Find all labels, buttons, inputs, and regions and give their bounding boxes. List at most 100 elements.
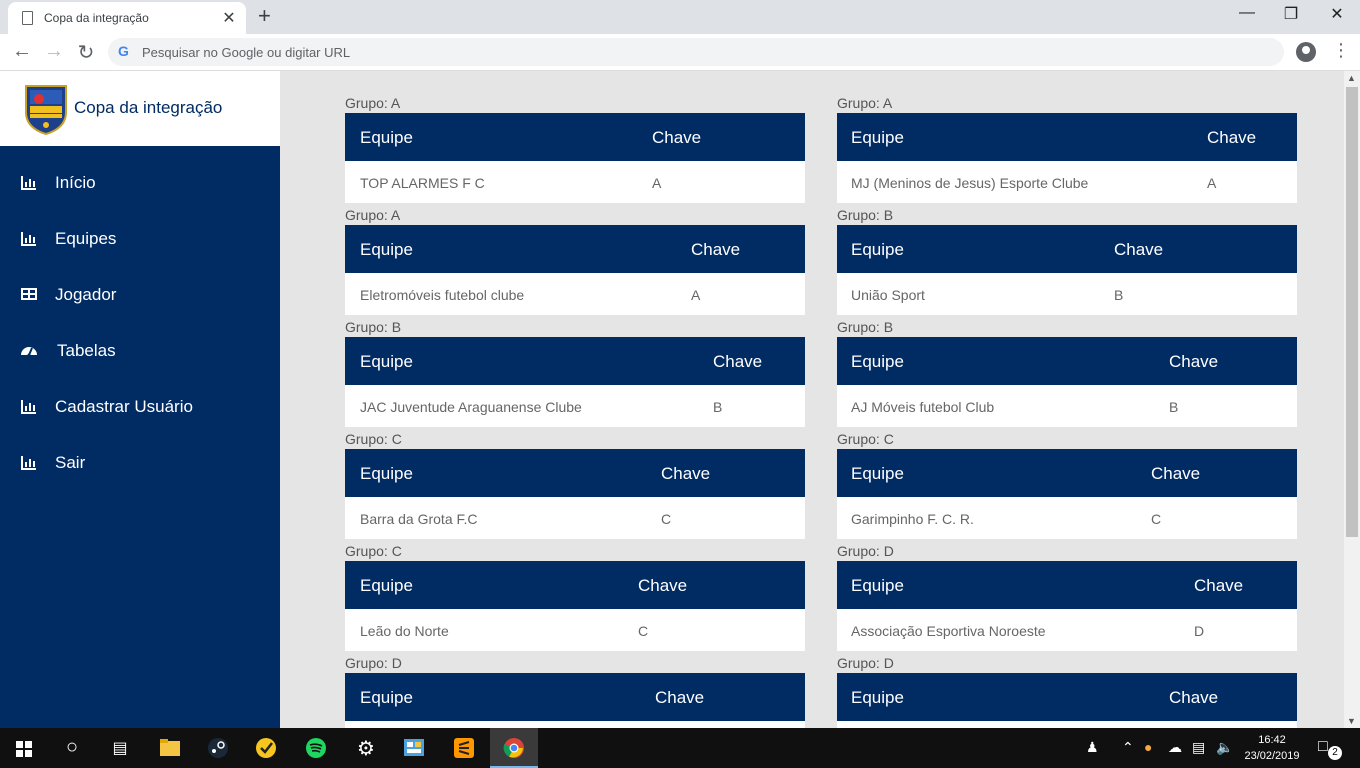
menu-dots-icon[interactable]: ⋮ [1332,40,1350,61]
table-header: Equipe Chave [345,113,805,161]
header-chave: Chave [713,352,763,371]
taskbar-steam[interactable] [194,728,242,768]
folder-icon [160,739,180,756]
windows-icon [16,741,32,757]
checkmark-shield-icon [256,738,276,758]
header-chave: Chave [1207,128,1257,147]
table-header: Equipe Chave [837,113,1297,161]
group-label: Grupo: A [345,95,401,111]
maximize-icon[interactable]: ❐ [1276,4,1306,24]
page-scrollbar[interactable]: ▲ ▼ [1344,71,1360,728]
sidebar-item-sair[interactable]: Sair [0,443,280,483]
search-button[interactable]: ○ [48,728,96,768]
sidebar-item-jogador[interactable]: Jogador [0,275,280,315]
header-chave: Chave [1169,688,1219,707]
network-icon[interactable]: ▤ [1192,739,1205,756]
notification-icon: □ [1318,738,1328,755]
table-header: Equipe Chave [345,673,805,721]
browser-tab[interactable]: Copa da integração ✕ [8,2,246,34]
team-table: Equipe Chave [345,673,805,728]
cell-chave: A [1207,175,1217,191]
forward-icon[interactable]: → [42,40,66,63]
scroll-up-icon[interactable]: ▲ [1347,73,1356,83]
scrollbar-thumb[interactable] [1346,87,1358,537]
bar-chart-icon [21,176,36,190]
table-header: Equipe Chave [345,337,805,385]
header-equipe: Equipe [360,128,413,147]
group-label: Grupo: D [345,655,402,671]
cell-equipe: TOP ALARMES F C [360,175,485,191]
scroll-down-icon[interactable]: ▼ [1347,716,1356,726]
header-chave: Chave [661,464,711,483]
table-row: TOP ALARMES F C A [345,161,805,203]
header-chave: Chave [1194,576,1244,595]
cell-equipe: Garimpinho F. C. R. [851,511,974,527]
system-clock[interactable]: 16:42 23/02/2019 [1240,732,1304,764]
brand-header[interactable]: Copa da integração [0,71,280,146]
header-equipe: Equipe [851,128,904,147]
taskbar-chrome[interactable] [490,728,538,768]
table-header: Equipe Chave [837,561,1297,609]
header-equipe: Equipe [851,352,904,371]
show-hidden-icons-chevron[interactable]: ⌃ [1122,739,1134,756]
close-window-icon[interactable]: ✕ [1322,4,1352,24]
table-header: Equipe Chave [837,449,1297,497]
header-equipe: Equipe [851,464,904,483]
address-bar[interactable]: G Pesquisar no Google ou digitar URL [108,38,1284,66]
notification-count-badge: 2 [1328,746,1342,760]
bar-chart-icon [21,400,36,414]
sidebar-item-equipes[interactable]: Equipes [0,219,280,259]
sidebar-item-tabelas[interactable]: Tabelas [0,331,280,371]
table-row: Barra da Grota F.C C [345,497,805,539]
header-chave: Chave [1169,352,1219,371]
sidebar-item-label: Cadastrar Usuário [55,397,193,416]
antivirus-tray-icon[interactable]: ● [1144,739,1152,755]
cell-equipe: MJ (Meninos de Jesus) Esporte Clube [851,175,1089,191]
taskbar-sublime[interactable] [440,728,488,768]
sidebar-item-label: Equipes [55,229,117,248]
cell-chave: C [1151,511,1162,527]
taskbar-settings[interactable]: ⚙ [342,728,390,768]
cell-chave: C [661,511,672,527]
group-label: Grupo: A [837,95,893,111]
cell-chave: B [1114,287,1124,303]
header-chave: Chave [691,240,741,259]
sidebar-item-inicio[interactable]: Início [0,163,280,203]
profile-icon[interactable] [1296,42,1316,62]
header-equipe: Equipe [360,352,413,371]
cell-chave: B [713,399,723,415]
minimize-icon[interactable]: — [1232,4,1262,22]
start-button[interactable] [0,728,48,768]
team-table: Equipe Chave Eletromóveis futebol clube A [345,225,805,315]
taskbar-control-panel[interactable] [390,728,438,768]
taskbar-spotify[interactable] [292,728,340,768]
sublime-text-icon [454,738,474,758]
new-tab-button[interactable]: + [258,3,271,29]
cell-equipe: JAC Juventude Araguanense Clube [360,399,582,415]
volume-icon[interactable]: 🔈 [1216,739,1233,756]
gear-icon: ⚙ [357,738,375,760]
taskbar-explorer[interactable] [146,728,194,768]
sidebar-item-label: Jogador [55,285,117,304]
control-panel-icon [404,739,424,756]
sidebar: Copa da integração Início Equipes Jogado… [0,71,280,728]
action-center-button[interactable]: □ 2 [1318,738,1342,760]
taskbar-norton[interactable] [242,728,290,768]
reload-icon[interactable]: ↻ [74,40,98,65]
close-tab-icon[interactable]: ✕ [220,8,238,28]
team-table: Equipe Chave AJ Móveis futebol Club B [837,337,1297,427]
task-view-icon: ▤ [112,740,128,757]
sidebar-item-label: Tabelas [57,341,116,360]
back-icon[interactable]: ← [10,40,34,63]
sidebar-item-cadastrar-usuario[interactable]: Cadastrar Usuário [0,387,280,427]
task-view-button[interactable]: ▤ [96,728,144,768]
header-chave: Chave [655,688,705,707]
google-icon: G [118,43,129,59]
team-table: Equipe Chave União Sport B [837,225,1297,315]
header-equipe: Equipe [360,688,413,707]
cell-chave: A [652,175,662,191]
group-label: Grupo: C [837,431,894,447]
table-header: Equipe Chave [345,449,805,497]
people-icon[interactable]: ♟ [1086,739,1099,756]
onedrive-cloud-icon[interactable]: ☁ [1168,739,1182,756]
